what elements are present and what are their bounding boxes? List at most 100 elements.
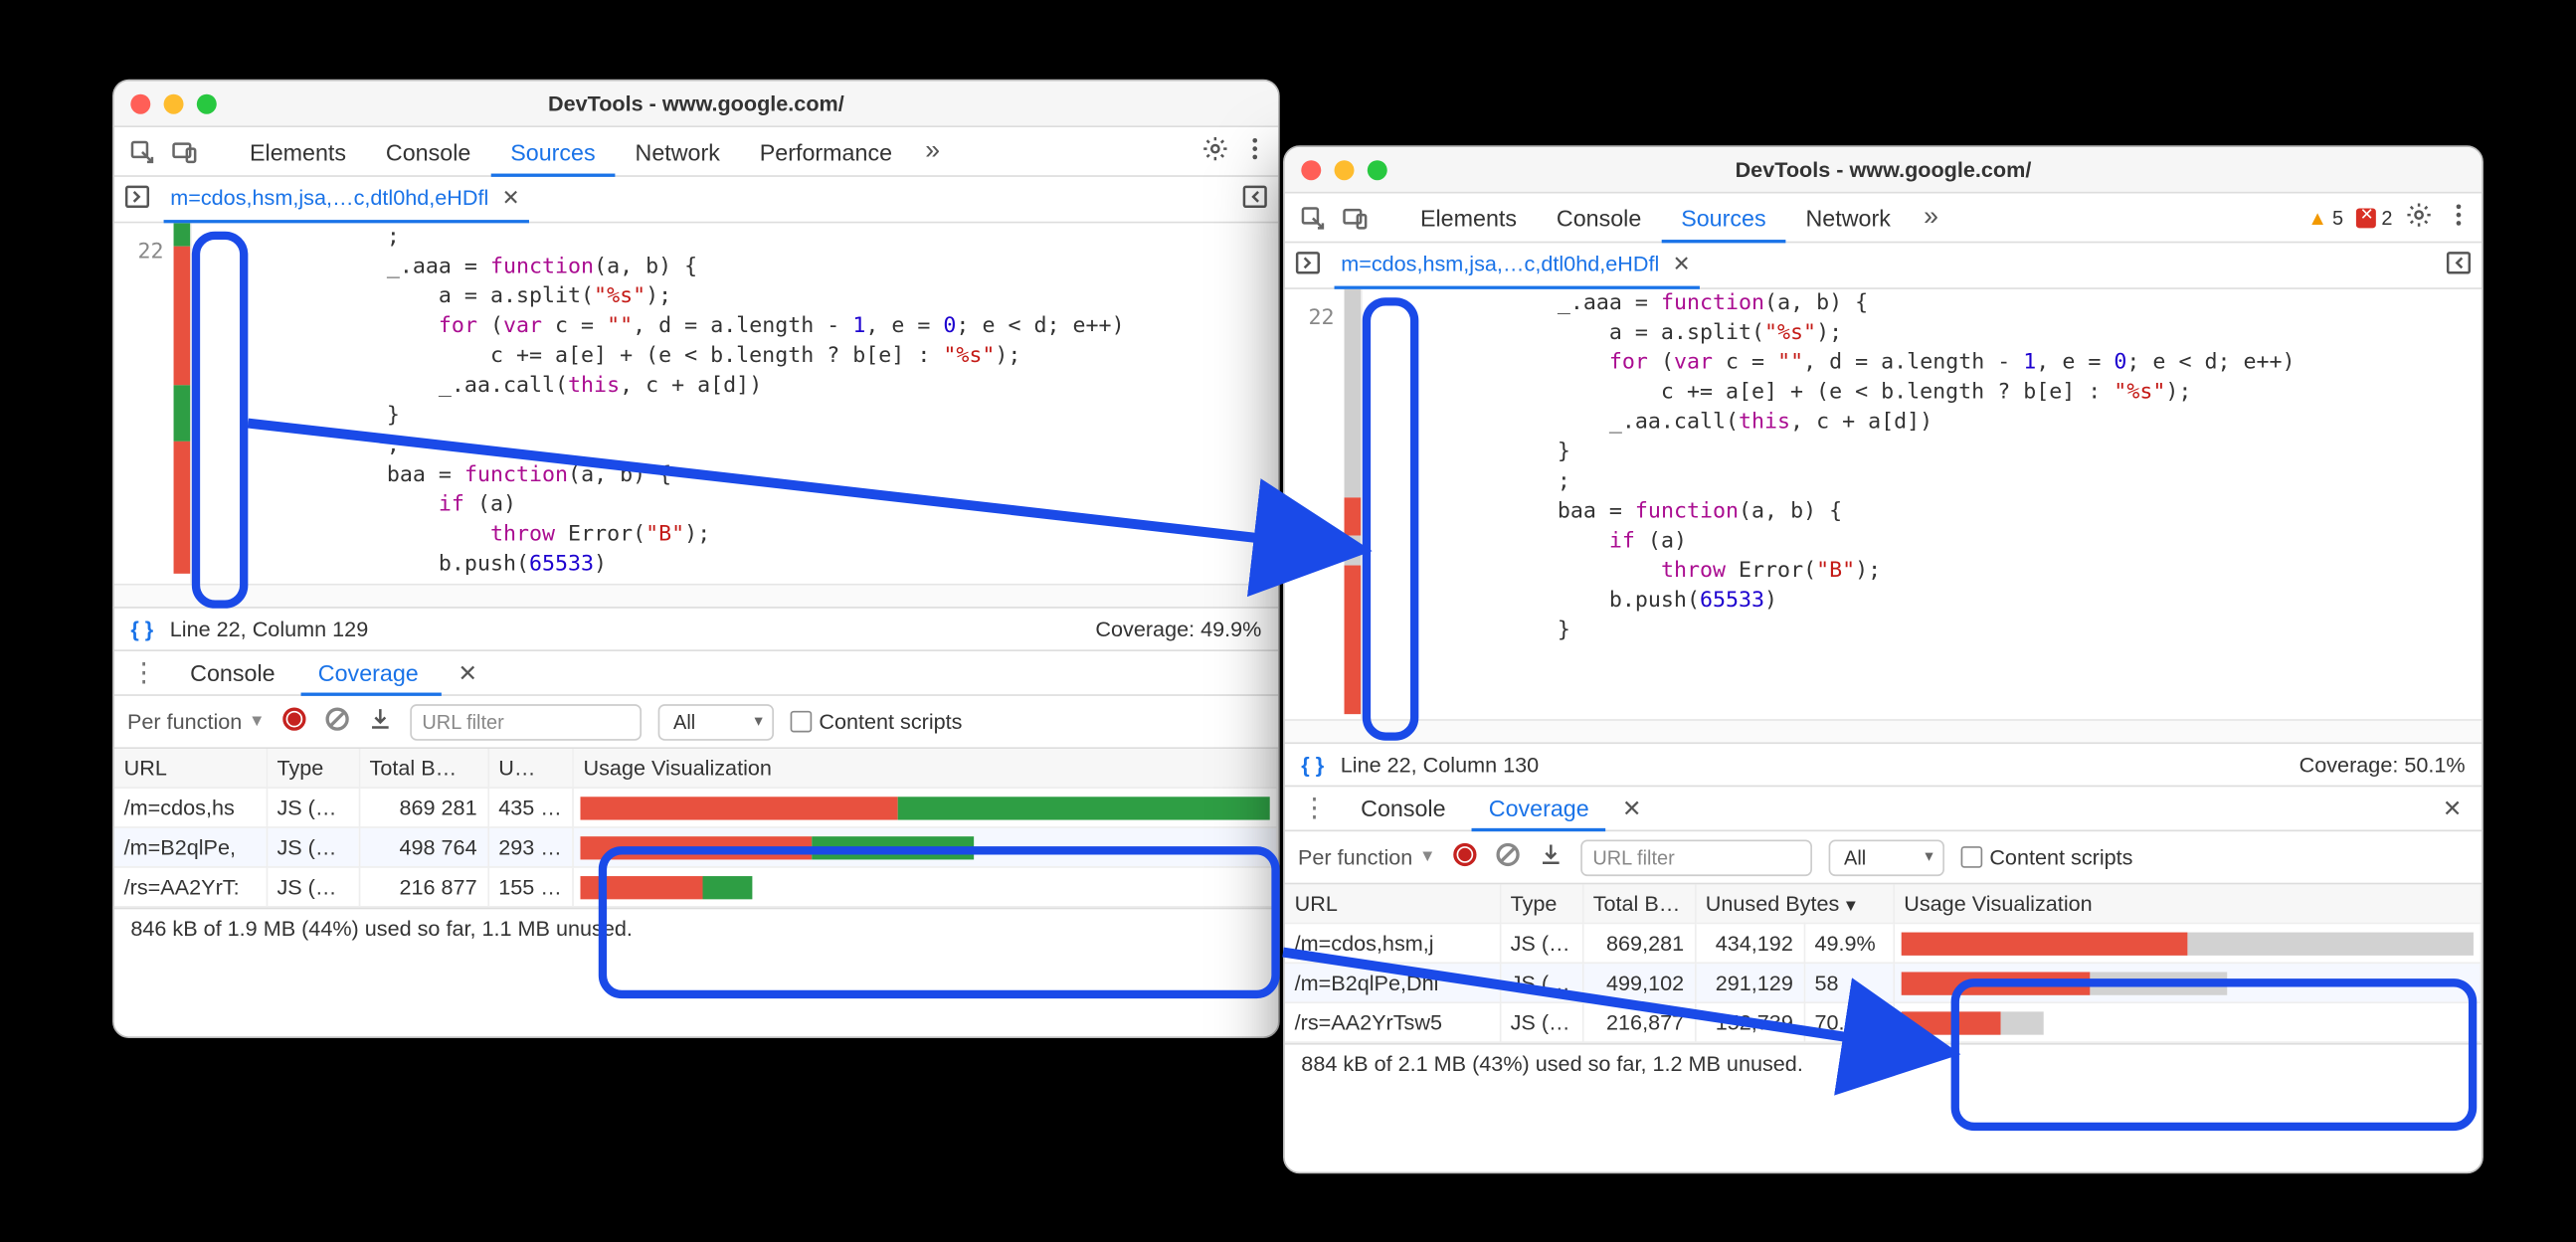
record-icon[interactable] xyxy=(281,706,308,738)
drawer-menu-icon[interactable]: ⋮ xyxy=(124,656,164,689)
url-filter-input[interactable]: URL filter xyxy=(411,703,643,740)
url-filter-input[interactable]: URL filter xyxy=(1581,839,1813,876)
clear-icon[interactable] xyxy=(1495,841,1522,873)
export-icon[interactable] xyxy=(368,706,395,738)
tab-sources[interactable]: Sources xyxy=(1661,193,1785,243)
tab-sources[interactable]: Sources xyxy=(490,126,615,176)
device-toggle-icon[interactable] xyxy=(1338,199,1375,236)
tab-console[interactable]: Console xyxy=(1537,193,1661,243)
code-editor[interactable]: 22 ; _.aaa = function(a, b) { a = a.spli… xyxy=(114,223,1278,583)
col-total[interactable]: Total B… xyxy=(1582,884,1695,923)
device-toggle-icon[interactable] xyxy=(167,133,204,170)
cursor-position: Line 22, Column 130 xyxy=(1341,752,1539,777)
coverage-summary: 884 kB of 2.1 MB (43%) used so far, 1.2 … xyxy=(1285,1043,2483,1083)
table-row[interactable]: /rs=AA2YrTsw5JS (… 216,877 152,739 70.4% xyxy=(1285,1002,2482,1042)
tab-performance[interactable]: Performance xyxy=(740,126,912,176)
table-row[interactable]: /m=B2qlPe,JS (… 498 764293 … xyxy=(114,827,1277,867)
window-close-icon[interactable] xyxy=(1301,159,1321,179)
tab-network[interactable]: Network xyxy=(1786,193,1911,243)
drawer-close-icon[interactable]: ✕ xyxy=(2433,795,2472,822)
navigator-toggle-icon[interactable] xyxy=(124,184,151,216)
content-scripts-checkbox[interactable]: Content scripts xyxy=(1961,844,2132,869)
kebab-menu-icon[interactable] xyxy=(1241,135,1268,167)
coverage-summary: 846 kB of 1.9 MB (44%) used so far, 1.1 … xyxy=(114,908,1278,948)
navigator-toggle-icon[interactable] xyxy=(1295,250,1322,281)
coverage-table[interactable]: URL Type Total B… U… Usage Visualization… xyxy=(114,749,1278,908)
record-icon[interactable] xyxy=(1452,841,1479,873)
export-icon[interactable] xyxy=(1538,841,1564,873)
coverage-scope-select[interactable]: Per function▼ xyxy=(1298,844,1435,869)
inspect-icon[interactable] xyxy=(124,133,161,170)
type-select[interactable]: All xyxy=(658,703,774,740)
drawer-tab-close-icon[interactable]: ✕ xyxy=(452,658,484,686)
col-usage[interactable]: Usage Visualization xyxy=(573,749,1277,788)
table-row[interactable]: /rs=AA2YrT:JS (… 216 877155 … xyxy=(114,867,1277,907)
more-tabs-icon[interactable]: » xyxy=(912,136,953,166)
titlebar: DevTools - www.google.com/ xyxy=(114,81,1278,127)
window-title: DevTools - www.google.com/ xyxy=(1285,157,2483,182)
file-tab[interactable]: m=cdos,hsm,jsa,…c,dtl0hd,eHDfl ✕ xyxy=(1335,243,1701,289)
tab-console[interactable]: Console xyxy=(366,126,490,176)
pretty-print-icon[interactable]: { } xyxy=(130,617,153,641)
table-row[interactable]: /m=cdos,hsm,jJS (… 869,281 434,192 49.9% xyxy=(1285,923,2482,963)
pretty-print-icon[interactable]: { } xyxy=(1301,752,1324,777)
window-minimize-icon[interactable] xyxy=(164,93,184,113)
settings-icon[interactable] xyxy=(2406,202,2433,234)
window-close-icon[interactable] xyxy=(130,93,150,113)
col-url[interactable]: URL xyxy=(114,749,267,788)
close-icon[interactable]: ✕ xyxy=(498,184,523,211)
content-scripts-checkbox[interactable]: Content scripts xyxy=(791,709,962,734)
drawer-tab-coverage[interactable]: Coverage xyxy=(1472,786,1605,832)
coverage-toolbar: Per function▼ URL filter All Content scr… xyxy=(114,696,1278,749)
errors-badge[interactable]: ✕2 xyxy=(2356,206,2392,229)
col-total[interactable]: Total B… xyxy=(359,749,488,788)
coverage-table[interactable]: URL Type Total B… Unused Bytes▼ Usage Vi… xyxy=(1285,884,2483,1043)
table-row[interactable]: /m=B2qlPe,DhlJS (… 499,102 291,129 58 xyxy=(1285,963,2482,1002)
editor-status-bar: { } Line 22, Column 130 Coverage: 50.1% xyxy=(1285,742,2483,785)
table-row[interactable]: /m=cdos,hsJS (… 869 281435 … xyxy=(114,788,1277,827)
close-icon[interactable]: ✕ xyxy=(1669,251,1694,277)
file-tab-label: m=cdos,hsm,jsa,…c,dtl0hd,eHDfl xyxy=(1341,252,1659,276)
usage-bar xyxy=(580,875,1270,898)
drawer-tab-close-icon[interactable]: ✕ xyxy=(1615,795,1648,822)
usage-bar xyxy=(1901,1011,2474,1034)
usage-bar xyxy=(1901,932,2474,955)
type-select[interactable]: All xyxy=(1829,839,1944,876)
file-tab[interactable]: m=cdos,hsm,jsa,…c,dtl0hd,eHDfl ✕ xyxy=(164,176,530,223)
col-usage[interactable]: Usage Visualization xyxy=(1893,884,2481,923)
tab-elements[interactable]: Elements xyxy=(1400,193,1537,243)
drawer-tab-strip: ⋮ Console Coverage ✕ xyxy=(114,649,1278,696)
settings-icon[interactable] xyxy=(1202,135,1229,167)
drawer-tab-console[interactable]: Console xyxy=(1345,786,1463,832)
usage-bar xyxy=(1901,972,2474,994)
more-tabs-icon[interactable]: » xyxy=(1911,203,1951,233)
window-minimize-icon[interactable] xyxy=(1335,159,1355,179)
warnings-badge[interactable]: ▲5 xyxy=(2307,206,2343,229)
coverage-gutter xyxy=(1345,289,1362,719)
kebab-menu-icon[interactable] xyxy=(2446,202,2473,234)
col-unused[interactable]: Unused Bytes▼ xyxy=(1695,884,1893,923)
tab-elements[interactable]: Elements xyxy=(230,126,366,176)
window-maximize-icon[interactable] xyxy=(1368,159,1387,179)
panel-tab-strip: Elements Console Sources Network Perform… xyxy=(114,127,1278,177)
tab-network[interactable]: Network xyxy=(616,126,740,176)
clear-icon[interactable] xyxy=(324,706,351,738)
drawer-menu-icon[interactable]: ⋮ xyxy=(1295,792,1335,824)
col-type[interactable]: Type xyxy=(1500,884,1582,923)
debugger-toggle-icon[interactable] xyxy=(1241,184,1268,216)
col-url[interactable]: URL xyxy=(1285,884,1500,923)
inspect-icon[interactable] xyxy=(1295,199,1332,236)
coverage-scope-select[interactable]: Per function▼ xyxy=(127,709,265,734)
col-type[interactable]: Type xyxy=(267,749,359,788)
file-tab-label: m=cdos,hsm,jsa,…c,dtl0hd,eHDfl xyxy=(170,185,488,210)
code-editor[interactable]: 22 _.aaa = function(a, b) { a = a.split(… xyxy=(1285,289,2483,719)
window-maximize-icon[interactable] xyxy=(197,93,217,113)
col-unused[interactable]: U… xyxy=(487,749,572,788)
usage-bar xyxy=(580,835,1270,858)
cursor-position: Line 22, Column 129 xyxy=(170,617,368,641)
editor-status-bar: { } Line 22, Column 129 Coverage: 49.9% xyxy=(114,607,1278,649)
debugger-toggle-icon[interactable] xyxy=(2446,250,2473,281)
panel-tab-strip: Elements Console Sources Network » ▲5 ✕2 xyxy=(1285,193,2483,243)
drawer-tab-console[interactable]: Console xyxy=(174,649,292,696)
drawer-tab-coverage[interactable]: Coverage xyxy=(301,649,442,696)
